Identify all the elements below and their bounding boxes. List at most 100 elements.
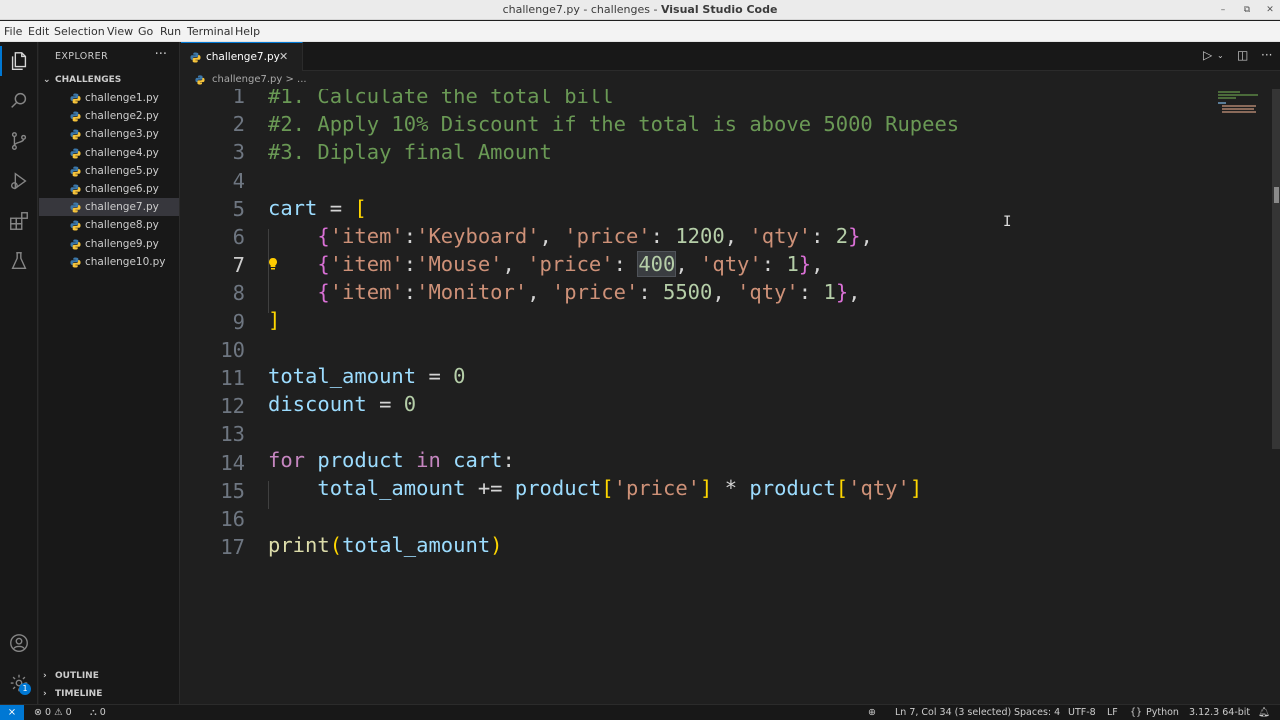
language-mode[interactable]: Python (1146, 705, 1179, 720)
file-item[interactable]: challenge10.py (39, 253, 179, 271)
python-file-icon (70, 166, 81, 177)
settings-badge: 1 (19, 683, 31, 695)
token-price-keyboard: 1200 (675, 224, 725, 248)
window-title-prefix: challenge7.py - challenges - (502, 3, 661, 16)
python-file-icon (70, 257, 81, 268)
python-file-icon (70, 239, 81, 250)
more-actions-icon[interactable]: ··· (155, 47, 167, 62)
ports-count: 0 (99, 707, 106, 718)
scrollbar-thumb[interactable] (1274, 187, 1279, 203)
end-of-line[interactable]: LF (1107, 705, 1118, 720)
language-braces-icon[interactable]: {} (1130, 705, 1142, 720)
token-qty-mouse: 1 (786, 252, 799, 276)
notifications-icon[interactable]: 🔔︎ (1258, 705, 1270, 720)
token-print: print (268, 533, 330, 557)
restore-icon[interactable]: ⧉ (1240, 3, 1254, 17)
run-debug-icon[interactable] (0, 162, 38, 200)
file-item[interactable]: challenge1.py (39, 89, 179, 107)
indentation[interactable]: Spaces: 4 (1014, 705, 1060, 720)
file-item[interactable]: challenge9.py (39, 235, 179, 253)
extensions-icon[interactable] (0, 202, 38, 240)
menu-run[interactable]: Run (160, 21, 181, 42)
warning-icon: ⚠ (54, 707, 63, 718)
line-number: 12 (220, 394, 245, 419)
cursor-position[interactable]: Ln 7, Col 34 (3 selected) (895, 705, 1011, 720)
file-item[interactable]: challenge8.py (39, 216, 179, 234)
explorer-sidebar: EXPLORER ··· ⌄ CHALLENGES challenge1.py c… (39, 42, 180, 704)
explorer-icon[interactable] (0, 42, 38, 80)
breadcrumb-path[interactable]: challenge7.py > ... (212, 71, 307, 89)
menu-help[interactable]: Help (235, 21, 260, 42)
line-number: 10 (220, 337, 245, 362)
run-python-icon[interactable]: ▷ (1203, 48, 1212, 62)
accounts-icon[interactable] (0, 624, 38, 662)
line-number: 7 (232, 253, 245, 278)
minimap-line (1218, 102, 1226, 104)
search-icon[interactable] (0, 82, 38, 120)
folder-challenges[interactable]: ⌄ CHALLENGES (39, 71, 180, 89)
minimize-icon[interactable]: – (1216, 3, 1230, 17)
tab-label: challenge7.py (206, 51, 280, 63)
file-item[interactable]: challenge2.py (39, 107, 179, 125)
code-editor[interactable]: 1 2 3 4 5 6 7 8 9 10 11 12 13 14 15 16 17 #1. Calculate … (181, 89, 1280, 704)
menu-terminal[interactable]: Terminal (187, 21, 234, 42)
python-interpreter[interactable]: 3.12.3 64-bit (1189, 705, 1250, 720)
run-dropdown-icon[interactable]: ⌄ (1217, 51, 1224, 60)
line-number: 11 (220, 366, 245, 390)
settings-gear-icon[interactable]: 1 (0, 664, 38, 702)
line-number: 5 (232, 196, 245, 221)
remote-icon[interactable]: ⨯ (0, 705, 24, 720)
file-item[interactable]: challenge5.py (39, 162, 179, 180)
code-line-5: cart = [ (268, 196, 367, 220)
ports-indicator[interactable]: ⛬ 0 (90, 705, 106, 720)
file-item[interactable]: challenge6.py (39, 180, 179, 198)
line-number: 15 (220, 478, 245, 503)
lightbulb-icon[interactable] (267, 257, 279, 271)
breadcrumb: challenge7.py > ... (181, 71, 1280, 89)
code-line-14: for product in cart: (268, 448, 515, 472)
line-number: 13 (220, 422, 245, 447)
tab-challenge7[interactable]: challenge7.py ✕ (181, 42, 303, 71)
token-price-monitor: 5500 (663, 280, 713, 304)
zoom-icon[interactable]: ⊕ (868, 705, 876, 720)
code-line-6: {'item':'Keyboard', 'price': 1200, 'qty'… (317, 224, 873, 248)
token-total-amount: total_amount (268, 364, 417, 388)
file-name: challenge4.py (85, 146, 159, 159)
testing-icon[interactable] (0, 242, 38, 280)
code-line-3: #3. Diplay final Amount (268, 140, 552, 164)
encoding[interactable]: UTF-8 (1068, 705, 1096, 720)
token-zero: 0 (403, 392, 417, 416)
file-name: challenge3.py (85, 128, 159, 141)
token-zero: 0 (453, 364, 466, 388)
file-name: challenge7.py (85, 201, 159, 214)
token-product: product (749, 476, 836, 500)
line-number: 1 (232, 89, 245, 108)
token-key-price: 'price' (527, 252, 614, 276)
menu-go[interactable]: Go (138, 21, 153, 42)
line-number: 9 (232, 309, 245, 334)
menu-selection[interactable]: Selection (54, 21, 105, 42)
file-item[interactable]: challenge7.py (39, 198, 179, 217)
timeline-section[interactable]: › TIMELINE (39, 685, 180, 703)
close-window-icon[interactable]: ✕ (1263, 3, 1277, 17)
token-product: product (317, 448, 404, 472)
minimap[interactable] (1218, 89, 1268, 119)
problems-indicator[interactable]: ⊗ 0 ⚠ 0 (34, 705, 72, 720)
error-icon: ⊗ (34, 707, 42, 718)
menu-edit[interactable]: Edit (28, 21, 49, 42)
menu-file[interactable]: File (4, 21, 22, 42)
line-number: 2 (232, 112, 245, 137)
minimap-line (1222, 108, 1254, 110)
file-name: challenge8.py (85, 219, 159, 232)
tab-close-icon[interactable]: ✕ (279, 43, 288, 71)
source-control-icon[interactable] (0, 122, 38, 160)
window-title-app: Visual Studio Code (660, 3, 778, 16)
outline-section[interactable]: › OUTLINE (39, 667, 180, 685)
file-item[interactable]: challenge4.py (39, 144, 179, 162)
menu-view[interactable]: View (107, 21, 133, 42)
code-line-1: #1. Calculate the total bill (268, 89, 614, 108)
editor-more-icon[interactable]: ··· (1261, 48, 1272, 62)
split-editor-icon[interactable]: ◫ (1237, 48, 1248, 62)
file-item[interactable]: challenge3.py (39, 125, 179, 143)
vertical-scrollbar[interactable] (1272, 89, 1280, 449)
